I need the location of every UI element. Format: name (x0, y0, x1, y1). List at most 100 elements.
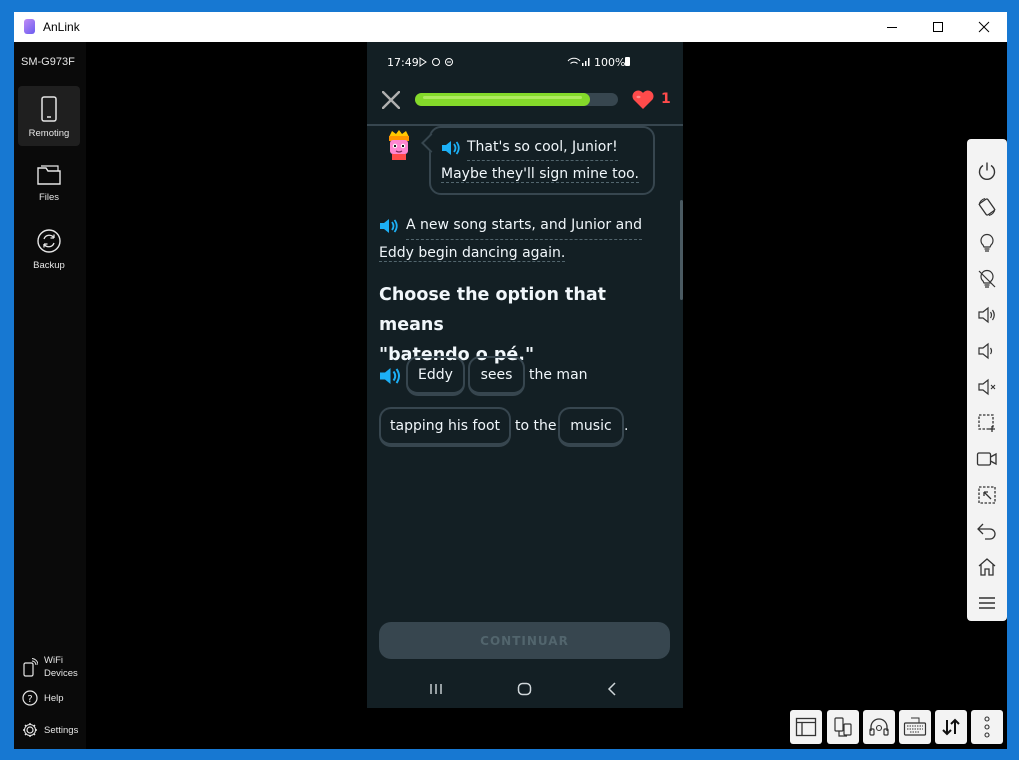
home-button[interactable] (967, 549, 1007, 585)
mute-button[interactable] (967, 369, 1007, 405)
speaker-icon[interactable] (379, 367, 403, 385)
wifi-devices-link[interactable]: WiFi Devices (22, 654, 78, 680)
screenshot-button[interactable] (967, 405, 1007, 441)
transfer-button[interactable] (935, 710, 967, 744)
keyboard-button[interactable] (899, 710, 931, 744)
narration-line-1[interactable]: A new song starts, and Junior and (406, 212, 642, 240)
sync-icon (37, 229, 61, 253)
volume-up-button[interactable] (967, 297, 1007, 333)
help-link[interactable]: ? Help (22, 690, 64, 706)
notification-icons (419, 57, 453, 67)
video-camera-icon (976, 452, 997, 466)
wifi-devices-label-line1: WiFi (44, 655, 63, 666)
undo-arrow-icon (977, 523, 996, 540)
lightbulb-off-icon (978, 270, 996, 288)
rotate-screen-button[interactable] (967, 189, 1007, 225)
sidebar: SM-G973F Remoting Files Backup WiFi Devi… (14, 42, 86, 749)
maximize-icon (933, 22, 943, 32)
hearts-count: 1 (661, 91, 671, 107)
word-chip-music[interactable]: music (558, 407, 624, 447)
help-label: Help (44, 692, 64, 704)
speech-bubble: That's so cool, Junior! Maybe they'll si… (429, 126, 655, 195)
phone-icon (41, 96, 57, 122)
wifi-devices-label-line2: Devices (44, 668, 78, 679)
close-icon (978, 21, 990, 33)
back-nav-icon[interactable] (607, 682, 617, 696)
hamburger-menu-icon (979, 597, 995, 609)
word-chip-tapping-his-foot[interactable]: tapping his foot (379, 407, 511, 447)
status-bar: 17:49 100% (367, 42, 683, 80)
window-title: AnLink (43, 20, 80, 34)
app-window: AnLink SM-G973F Remoting Files Backup Wi… (14, 12, 1007, 749)
usb-devices-icon (834, 717, 852, 737)
sidebar-item-label: Backup (33, 260, 65, 271)
close-lesson-icon[interactable] (382, 91, 400, 109)
settings-link[interactable]: Settings (22, 722, 78, 738)
power-icon (978, 162, 996, 180)
folder-icon (37, 165, 61, 185)
phone-screen[interactable]: 17:49 100% 1 That's so cool, Junior! May… (367, 42, 683, 708)
sidebar-item-files[interactable]: Files (18, 152, 80, 212)
sentence-period: . (624, 418, 629, 434)
sidebar-item-backup[interactable]: Backup (18, 218, 80, 278)
settings-label: Settings (44, 724, 79, 736)
question-line-1: Choose the option that means (379, 285, 606, 335)
volume-mute-icon (978, 378, 996, 396)
help-icon: ? (22, 690, 38, 706)
progress-highlight (423, 96, 582, 99)
region-select-icon (978, 486, 996, 504)
screen-on-button[interactable] (967, 225, 1007, 261)
progress-fill (415, 93, 590, 106)
keyboard-icon (903, 717, 927, 736)
sentence-text-to-the: to the (515, 418, 557, 434)
word-chip-eddy[interactable]: Eddy (406, 356, 465, 396)
bubble-line-2[interactable]: Maybe they'll sign mine too. (441, 166, 639, 183)
battery-icon (625, 57, 630, 66)
speaker-icon[interactable] (379, 218, 399, 234)
wifi-phone-icon (23, 658, 38, 677)
sidebar-item-label: Files (38, 192, 60, 203)
layout-toggle-button[interactable] (790, 710, 822, 744)
heart-icon (632, 90, 654, 109)
more-options-button[interactable] (971, 710, 1003, 744)
minimize-icon (887, 27, 897, 28)
close-window-button[interactable] (961, 12, 1007, 42)
signal-icon (567, 57, 590, 66)
volume-up-icon (978, 306, 995, 324)
bubble-line-1[interactable]: That's so cool, Junior! (467, 134, 618, 161)
content-scrollbar[interactable] (680, 200, 683, 300)
headphones-icon (869, 718, 889, 736)
sidebar-item-label: Remoting (28, 128, 70, 139)
home-icon (978, 558, 996, 576)
select-region-button[interactable] (967, 477, 1007, 513)
recent-apps-icon[interactable] (429, 683, 443, 695)
battery-percent: 100% (594, 56, 626, 69)
device-control-panel (967, 139, 1007, 621)
maximize-button[interactable] (915, 12, 961, 42)
volume-down-button[interactable] (967, 333, 1007, 369)
connection-button[interactable] (827, 710, 859, 744)
audio-button[interactable] (863, 710, 895, 744)
sidebar-item-remoting[interactable]: Remoting (18, 86, 80, 146)
lesson-progress-bar (415, 93, 618, 106)
app-logo-icon (24, 19, 35, 34)
power-button[interactable] (967, 153, 1007, 189)
character-junior-avatar (389, 130, 409, 160)
speaker-icon[interactable] (441, 140, 461, 156)
narration-line-2[interactable]: Eddy begin dancing again. (379, 245, 566, 262)
device-name: SM-G973F (21, 56, 75, 68)
svg-text:?: ? (27, 694, 32, 705)
status-time: 17:49 (387, 56, 419, 69)
menu-button[interactable] (967, 585, 1007, 621)
continue-button[interactable]: CONTINUAR (379, 622, 670, 659)
more-vertical-icon (984, 716, 990, 738)
sentence-text-the-man: the man (529, 367, 588, 383)
back-button[interactable] (967, 513, 1007, 549)
minimize-button[interactable] (869, 12, 915, 42)
home-nav-icon[interactable] (517, 682, 532, 696)
screen-record-button[interactable] (967, 441, 1007, 477)
gear-icon (23, 723, 37, 737)
screen-off-button[interactable] (967, 261, 1007, 297)
lightbulb-icon (980, 234, 994, 252)
word-chip-sees[interactable]: sees (468, 356, 525, 396)
